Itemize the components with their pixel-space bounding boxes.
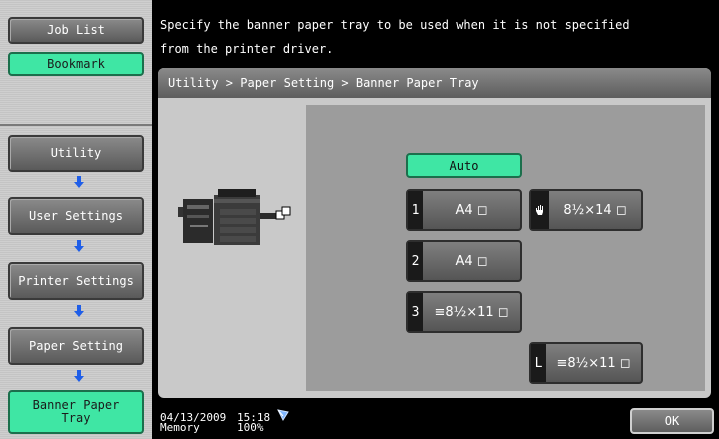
paper-size-label: A4 ◻: [455, 253, 488, 269]
bookmark-button[interactable]: Bookmark: [8, 52, 144, 76]
tray-1-button[interactable]: 1 A4 ◻: [406, 189, 522, 231]
sidebar-item-banner-paper-tray[interactable]: Banner Paper Tray: [8, 390, 144, 434]
sidebar-item-label: Tray: [61, 411, 91, 425]
memory-label: Memory: [160, 421, 200, 434]
paper-size-label: ≡8½×11 ◻: [434, 304, 509, 320]
status-icon: [276, 407, 290, 426]
date-memory-display: 04/13/2009 Memory: [160, 412, 226, 434]
sidebar-item-user-settings[interactable]: User Settings: [8, 197, 144, 235]
screen: Job List Bookmark Utility User Settings …: [0, 0, 719, 439]
sidebar-divider: [0, 124, 152, 126]
message-line: Specify the banner paper tray to be used…: [160, 18, 630, 32]
paper-size-label: 8½×14 ◻: [563, 202, 627, 218]
tray-2-button[interactable]: 2 A4 ◻: [406, 240, 522, 282]
ok-button[interactable]: OK: [630, 408, 714, 434]
sidebar-item-paper-setting[interactable]: Paper Setting: [8, 327, 144, 365]
hand-icon: [531, 191, 549, 229]
tray-number: 1: [408, 191, 423, 229]
tray-number: 3: [408, 293, 423, 331]
breadcrumb: Utility > Paper Setting > Banner Paper T…: [158, 68, 711, 98]
sidebar: Job List Bookmark Utility User Settings …: [0, 0, 152, 439]
sidebar-item-printer-settings[interactable]: Printer Settings: [8, 262, 144, 300]
large-capacity-tray-button[interactable]: L ≡8½×11 ◻: [529, 342, 643, 384]
sidebar-item-utility[interactable]: Utility: [8, 135, 144, 172]
instruction-message: Specify the banner paper tray to be used…: [152, 0, 719, 58]
tray-3-button[interactable]: 3 ≡8½×11 ◻: [406, 291, 522, 333]
memory-value: 100%: [237, 421, 264, 434]
paper-size-label: A4 ◻: [455, 202, 488, 218]
job-list-button[interactable]: Job List: [8, 17, 144, 44]
bypass-tray-button[interactable]: 8½×14 ◻: [529, 189, 643, 231]
printer-illustration-icon: [178, 185, 293, 251]
tray-number: 2: [408, 242, 423, 280]
tray-number: L: [531, 344, 546, 382]
paper-size-label: ≡8½×11 ◻: [556, 355, 631, 371]
time-memory-display: 15:18 100%: [237, 412, 270, 434]
auto-tray-button[interactable]: Auto: [406, 153, 522, 178]
message-line: from the printer driver.: [160, 42, 334, 56]
